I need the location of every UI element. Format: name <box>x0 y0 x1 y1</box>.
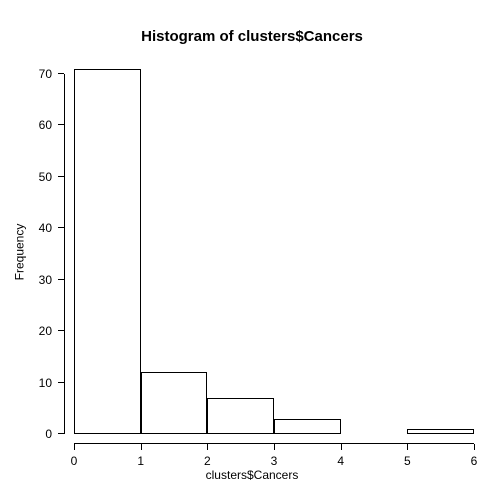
y-tick-label: 60 <box>39 118 52 132</box>
x-tick <box>474 444 475 450</box>
y-tick-label: 70 <box>39 67 52 81</box>
x-tick-label: 1 <box>137 454 144 468</box>
y-axis-label: Frequency <box>12 0 26 504</box>
histogram-bar <box>407 429 474 434</box>
y-tick-label: 30 <box>39 273 52 287</box>
y-tick <box>58 433 64 434</box>
y-tick-label: 50 <box>39 170 52 184</box>
x-tick-label: 0 <box>71 454 78 468</box>
x-tick <box>407 444 408 450</box>
x-tick <box>341 444 342 450</box>
y-tick-label: 40 <box>39 221 52 235</box>
x-tick <box>207 444 208 450</box>
histogram-bar <box>141 372 208 434</box>
x-tick <box>141 444 142 450</box>
plot-area: 0123456010203040506070 <box>74 74 474 434</box>
y-tick <box>58 227 64 228</box>
histogram-bar <box>207 398 274 434</box>
histogram-bar <box>274 419 341 434</box>
y-tick <box>58 176 64 177</box>
x-tick-label: 3 <box>271 454 278 468</box>
y-tick-label: 10 <box>39 376 52 390</box>
x-tick <box>274 444 275 450</box>
y-tick <box>58 124 64 125</box>
x-tick-label: 5 <box>404 454 411 468</box>
histogram-chart: Histogram of clusters$Cancers Frequency … <box>0 0 504 504</box>
y-tick <box>58 330 64 331</box>
y-axis <box>64 74 65 434</box>
y-tick <box>58 382 64 383</box>
x-tick-label: 4 <box>337 454 344 468</box>
chart-title: Histogram of clusters$Cancers <box>0 28 504 45</box>
y-tick <box>58 279 64 280</box>
y-tick-label: 20 <box>39 324 52 338</box>
y-tick <box>58 73 64 74</box>
x-tick-label: 2 <box>204 454 211 468</box>
x-tick-label: 6 <box>471 454 478 468</box>
y-tick-label: 0 <box>45 427 52 441</box>
x-tick <box>74 444 75 450</box>
histogram-bar <box>74 69 141 434</box>
x-axis-label: clusters$Cancers <box>0 468 504 482</box>
